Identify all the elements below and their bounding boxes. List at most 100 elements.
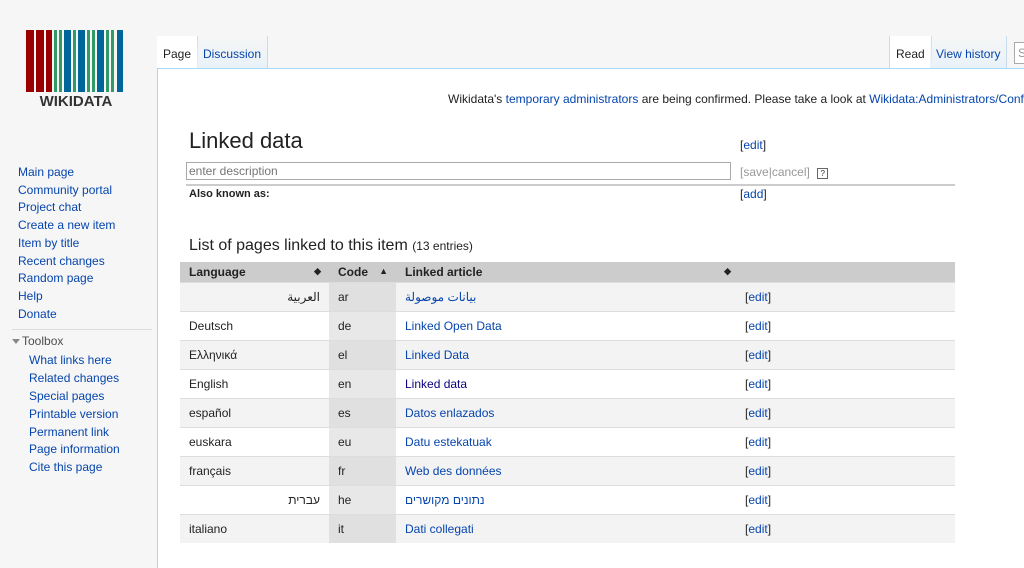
- column-actions: [739, 262, 955, 282]
- logo-bar: [59, 30, 62, 92]
- edit-link[interactable]: edit: [748, 406, 767, 420]
- language-cell: Deutsch: [180, 310, 329, 340]
- article-cell: Linked data: [396, 368, 739, 398]
- article-cell: Web des données: [396, 455, 739, 485]
- column-linked-article[interactable]: Linked article ◆: [396, 262, 739, 282]
- search-input[interactable]: S: [1014, 42, 1024, 64]
- table-row: italiano it Dati collegati [edit]: [180, 513, 955, 543]
- article-cell: נתונים מקושרים: [396, 484, 739, 514]
- table-row: español es Datos enlazados [edit]: [180, 397, 955, 427]
- toolbox-item[interactable]: Page information: [29, 441, 158, 459]
- table-row: English en Linked data [edit]: [180, 368, 955, 398]
- sidebar-item[interactable]: Donate: [18, 306, 158, 324]
- sort-ascending-icon: ▲: [379, 266, 388, 276]
- description-input[interactable]: [186, 162, 731, 180]
- sidebar-item[interactable]: Recent changes: [18, 253, 158, 271]
- edit-link[interactable]: edit: [748, 522, 767, 536]
- sidebar-item[interactable]: Help: [18, 288, 158, 306]
- sidebar-navigation: Main page Community portal Project chat Cre…: [12, 164, 158, 477]
- edit-link[interactable]: edit: [748, 435, 767, 449]
- article-link[interactable]: Linked Open Data: [405, 319, 502, 333]
- language-cell: العربية: [180, 281, 329, 311]
- logo-bar: [117, 30, 123, 92]
- wikidata-logo[interactable]: WIKIDATA: [26, 30, 126, 110]
- tab-label: Read: [896, 47, 925, 61]
- column-code[interactable]: Code ▲: [329, 262, 396, 282]
- logo-bar: [111, 30, 114, 92]
- page-title: Linked data: [189, 128, 303, 153]
- article-link[interactable]: Datu estekatuak: [405, 435, 492, 449]
- logo-bar: [106, 30, 109, 92]
- article-link[interactable]: Web des données: [405, 464, 502, 478]
- tab-label: Page: [163, 47, 192, 61]
- tab-discussion[interactable]: Discussion: [197, 36, 269, 69]
- site-notice: Wikidata's temporary administrators are …: [158, 92, 1024, 106]
- logo-bar: [54, 30, 57, 92]
- edit-link[interactable]: edit: [748, 319, 767, 333]
- aka-add: [add]: [740, 187, 767, 201]
- save-link[interactable]: save: [743, 165, 768, 179]
- toolbox-item[interactable]: Permanent link: [29, 424, 158, 442]
- help-icon[interactable]: ?: [817, 168, 829, 179]
- article-link[interactable]: بيانات موصولة: [405, 290, 476, 304]
- edit-link[interactable]: edit: [748, 493, 767, 507]
- logo-bar: [97, 30, 104, 92]
- edit-title-link[interactable]: edit: [743, 138, 762, 152]
- toolbox-item[interactable]: What links here: [29, 352, 158, 370]
- toolbox-item[interactable]: Cite this page: [29, 459, 158, 477]
- confirm-2013-link[interactable]: Wikidata:Administrators/Confirm 2013: [869, 92, 1024, 106]
- language-cell: italiano: [180, 513, 329, 543]
- edit-cell: [edit]: [739, 339, 955, 369]
- toolbox-item[interactable]: Special pages: [29, 388, 158, 406]
- tab-read[interactable]: Read: [889, 36, 932, 69]
- language-cell: français: [180, 455, 329, 485]
- code-cell: de: [329, 310, 396, 340]
- sidebar-item[interactable]: Project chat: [18, 199, 158, 217]
- edit-link[interactable]: edit: [748, 348, 767, 362]
- language-cell: עברית: [180, 484, 329, 514]
- toolbox-item[interactable]: Printable version: [29, 406, 158, 424]
- edit-link[interactable]: edit: [748, 290, 767, 304]
- edit-cell: [edit]: [739, 513, 955, 543]
- sitelinks-table: Language ◆ Code ▲ Linked article ◆ العربية …: [180, 262, 955, 543]
- tab-page[interactable]: Page: [157, 36, 199, 69]
- sidebar-item[interactable]: Community portal: [18, 182, 158, 200]
- article-link[interactable]: Linked data: [405, 377, 467, 391]
- article-link[interactable]: Dati collegati: [405, 522, 474, 536]
- edit-cell: [edit]: [739, 397, 955, 427]
- temporary-administrators-link[interactable]: temporary administrators: [506, 92, 639, 106]
- logo-bar: [36, 30, 44, 92]
- toolbox-toggle[interactable]: Toolbox: [12, 329, 152, 350]
- edit-cell: [edit]: [739, 281, 955, 311]
- article-link[interactable]: Linked Data: [405, 348, 469, 362]
- edit-cell: [edit]: [739, 368, 955, 398]
- sidebar-item[interactable]: Random page: [18, 270, 158, 288]
- divider: [186, 184, 955, 186]
- article-link[interactable]: Datos enlazados: [405, 406, 494, 420]
- code-cell: ar: [329, 281, 396, 311]
- article-cell: Linked Data: [396, 339, 739, 369]
- toolbox-item[interactable]: Related changes: [29, 370, 158, 388]
- table-row: euskara eu Datu estekatuak [edit]: [180, 426, 955, 456]
- content-area: Wikidata's temporary administrators are …: [157, 68, 1024, 568]
- code-cell: he: [329, 484, 396, 514]
- edit-cell: [edit]: [739, 484, 955, 514]
- cancel-link[interactable]: cancel: [772, 165, 807, 179]
- table-row: Ελληνικά el Linked Data [edit]: [180, 339, 955, 369]
- sidebar-item[interactable]: Item by title: [18, 235, 158, 253]
- article-cell: Datu estekatuak: [396, 426, 739, 456]
- edit-link[interactable]: edit: [748, 464, 767, 478]
- notice-text: Wikidata's: [448, 92, 506, 106]
- edit-link[interactable]: edit: [748, 377, 767, 391]
- tab-view-history[interactable]: View history: [930, 36, 1008, 69]
- column-language[interactable]: Language ◆: [180, 262, 329, 282]
- article-link[interactable]: נתונים מקושרים: [405, 493, 485, 507]
- add-alias-link[interactable]: add: [743, 187, 763, 201]
- search-placeholder: S: [1018, 46, 1024, 60]
- logo-bar: [26, 30, 34, 92]
- table-row: עברית he נתונים מקושרים [edit]: [180, 484, 955, 514]
- sidebar-item[interactable]: Create a new item: [18, 217, 158, 235]
- sidebar-item[interactable]: Main page: [18, 164, 158, 182]
- logo-text: WIKIDATA: [39, 93, 113, 110]
- code-cell: eu: [329, 426, 396, 456]
